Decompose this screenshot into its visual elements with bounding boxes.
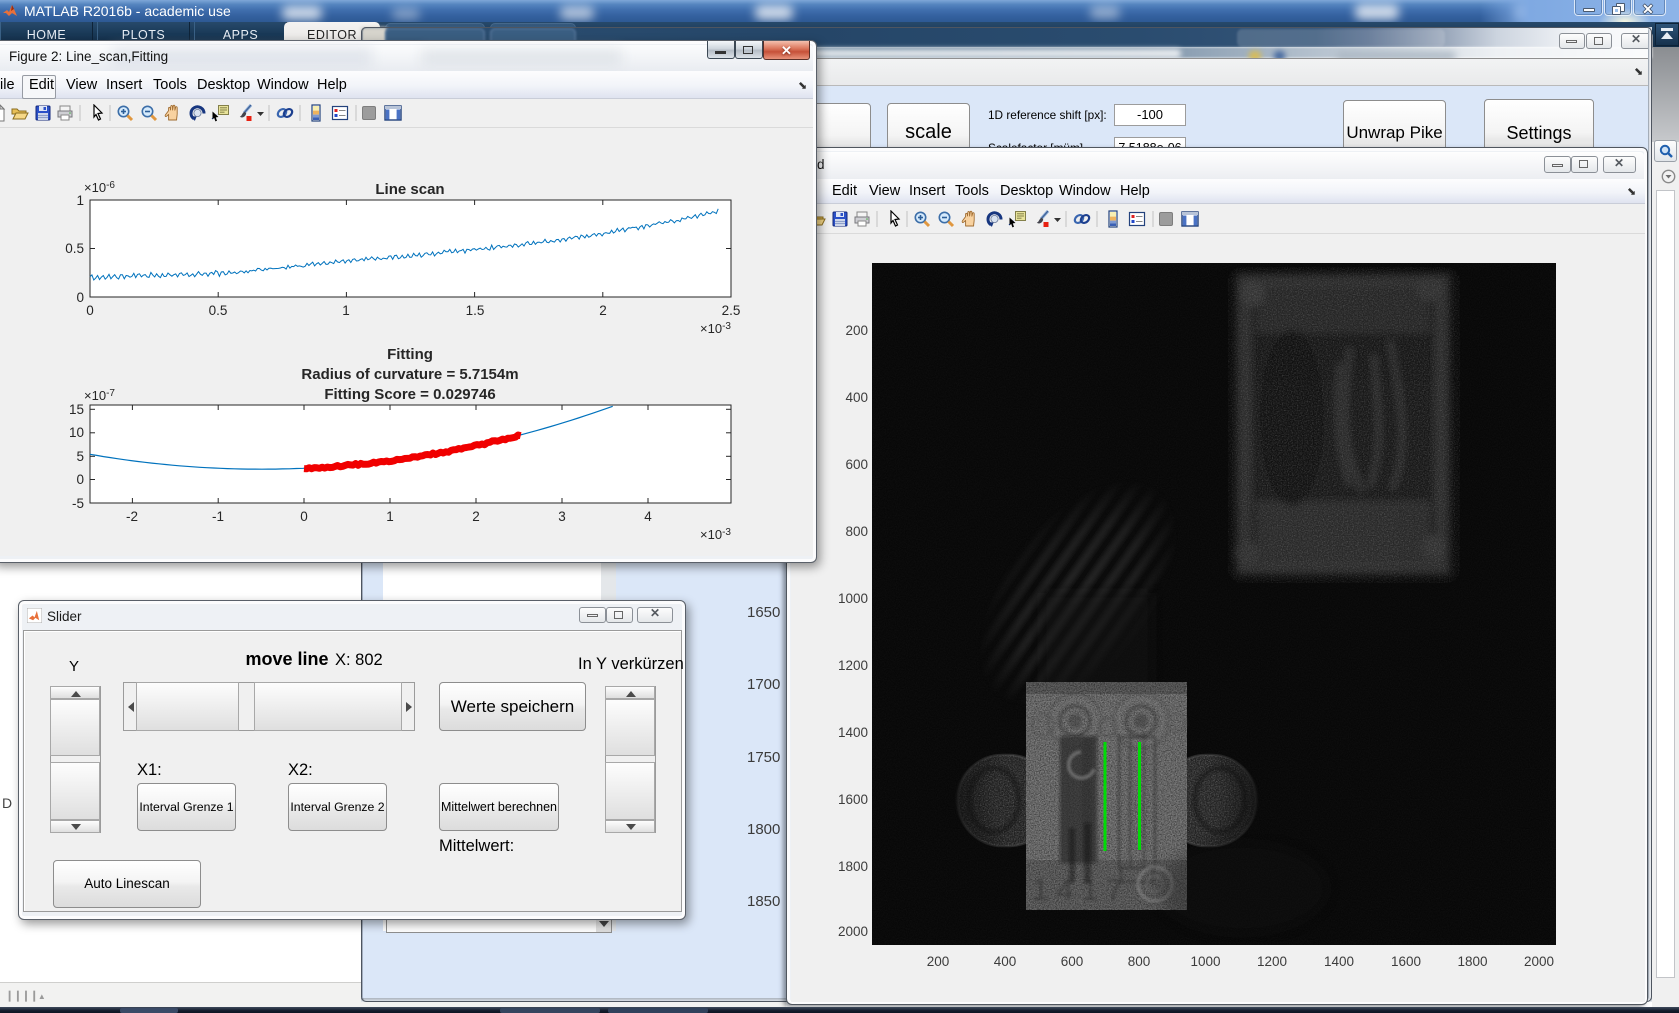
svg-text:0: 0 [76, 472, 84, 487]
svg-text:1417: 1417 [1032, 874, 1131, 907]
svg-text:-5: -5 [72, 496, 84, 511]
svg-text:2: 2 [599, 303, 607, 318]
svg-text:1: 1 [76, 193, 84, 208]
svg-text:4: 4 [644, 509, 652, 524]
svg-text:×10-7: ×10-7 [84, 388, 115, 403]
svg-text:15: 15 [69, 402, 84, 417]
svg-text:0.5: 0.5 [209, 303, 228, 318]
svg-text:0.5: 0.5 [65, 241, 84, 256]
svg-text:5: 5 [76, 449, 84, 464]
svg-text:0: 0 [86, 303, 94, 318]
svg-text:3: 3 [558, 509, 566, 524]
svg-text:1: 1 [342, 303, 350, 318]
svg-text:Radius of curvature = 5.7154m: Radius of curvature = 5.7154m [301, 366, 518, 383]
svg-text:1.5: 1.5 [466, 303, 485, 318]
svg-text:0: 0 [300, 509, 308, 524]
svg-text:×10-6: ×10-6 [84, 180, 115, 195]
svg-text:2.5: 2.5 [722, 303, 741, 318]
svg-text:2: 2 [472, 509, 480, 524]
svg-text:0: 0 [76, 290, 84, 305]
svg-text:-1: -1 [212, 509, 224, 524]
svg-text:-2: -2 [126, 509, 138, 524]
svg-text:10: 10 [69, 425, 84, 440]
svg-text:Fitting Score = 0.029746: Fitting Score = 0.029746 [324, 386, 495, 403]
svg-text:Line scan: Line scan [375, 181, 444, 198]
svg-text:×10-3: ×10-3 [700, 527, 731, 542]
svg-text:1: 1 [386, 509, 394, 524]
svg-text:×10-3: ×10-3 [700, 321, 731, 336]
svg-text:Fitting: Fitting [387, 346, 433, 363]
